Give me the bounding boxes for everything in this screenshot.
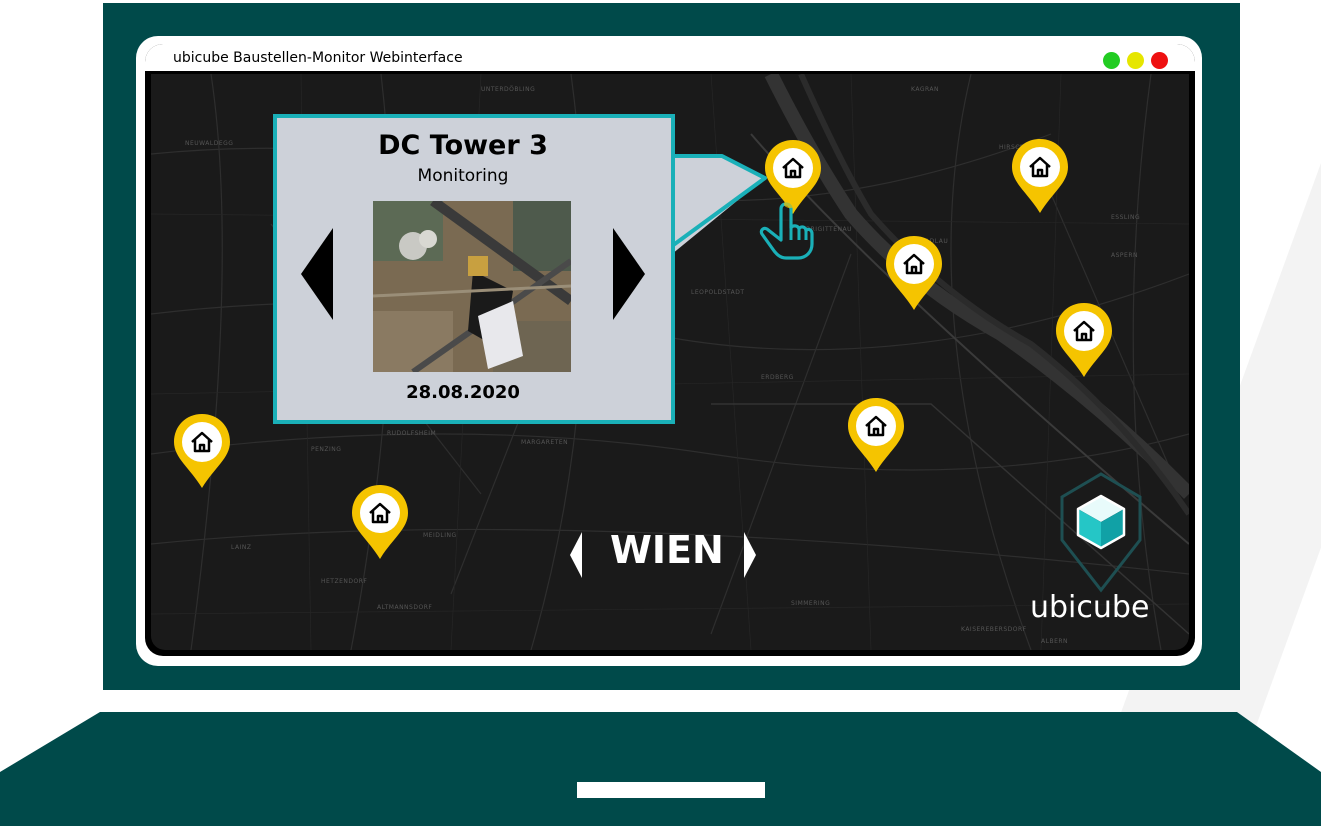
street-label: ASPERN: [1111, 252, 1138, 259]
street-label: MARGARETEN: [521, 439, 569, 446]
street-label: KAGRAN: [911, 86, 939, 93]
street-label: LAINZ: [231, 544, 252, 551]
close-button[interactable]: [1151, 52, 1168, 69]
street-label: SIMMERING: [791, 600, 831, 607]
minimize-button[interactable]: [1127, 52, 1144, 69]
window-title: ubicube Baustellen-Monitor Webinterface: [173, 50, 463, 66]
city-label: WIEN: [610, 528, 724, 572]
chevron-right-icon[interactable]: [740, 530, 760, 580]
street-label: NEUWALDEGG: [185, 140, 234, 147]
location-marker[interactable]: [846, 396, 906, 474]
laptop-base: [0, 712, 1321, 826]
street-label: RUDOLFSHEIM: [387, 430, 437, 437]
image-date: 28.08.2020: [406, 382, 520, 403]
triangle-right-icon[interactable]: [611, 226, 647, 322]
trackpad: [577, 782, 765, 798]
title-bar: ubicube Baustellen-Monitor Webinterface: [145, 44, 1195, 74]
triangle-left-icon[interactable]: [299, 226, 335, 322]
satellite-image[interactable]: [373, 201, 571, 372]
location-marker[interactable]: [884, 234, 944, 312]
street-label: ALTMANNSDORF: [377, 604, 433, 611]
street-label: KAISEREBERSDORF: [961, 626, 1027, 633]
hand-pointer-icon: [759, 200, 814, 260]
location-marker[interactable]: [1054, 301, 1114, 379]
street-label: UNTERDÖBLING: [481, 86, 536, 93]
street-label: HETZENDORF: [321, 578, 368, 585]
site-subtitle: Monitoring: [417, 166, 509, 186]
location-marker[interactable]: [1010, 137, 1070, 215]
brand-name: ubicube: [1030, 590, 1150, 625]
location-marker[interactable]: [350, 483, 410, 561]
cube-logo-icon: [1060, 472, 1142, 593]
site-title: DC Tower 3: [378, 130, 548, 161]
street-label: LEOPOLDSTADT: [691, 289, 745, 296]
chevron-left-icon[interactable]: [566, 530, 586, 580]
location-marker[interactable]: [172, 412, 232, 490]
street-label: ESSLING: [1111, 214, 1141, 221]
street-label: PENZING: [311, 446, 342, 453]
maximize-button[interactable]: [1103, 52, 1120, 69]
street-label: ERDBERG: [761, 374, 794, 381]
popup-pointer: [660, 154, 767, 254]
street-label: MEIDLING: [423, 532, 457, 539]
satellite-image-drawing: [373, 201, 571, 372]
site-info-popup: DC Tower 3 Monitoring 28.08.2020: [273, 114, 675, 424]
street-label: ALBERN: [1041, 638, 1069, 645]
